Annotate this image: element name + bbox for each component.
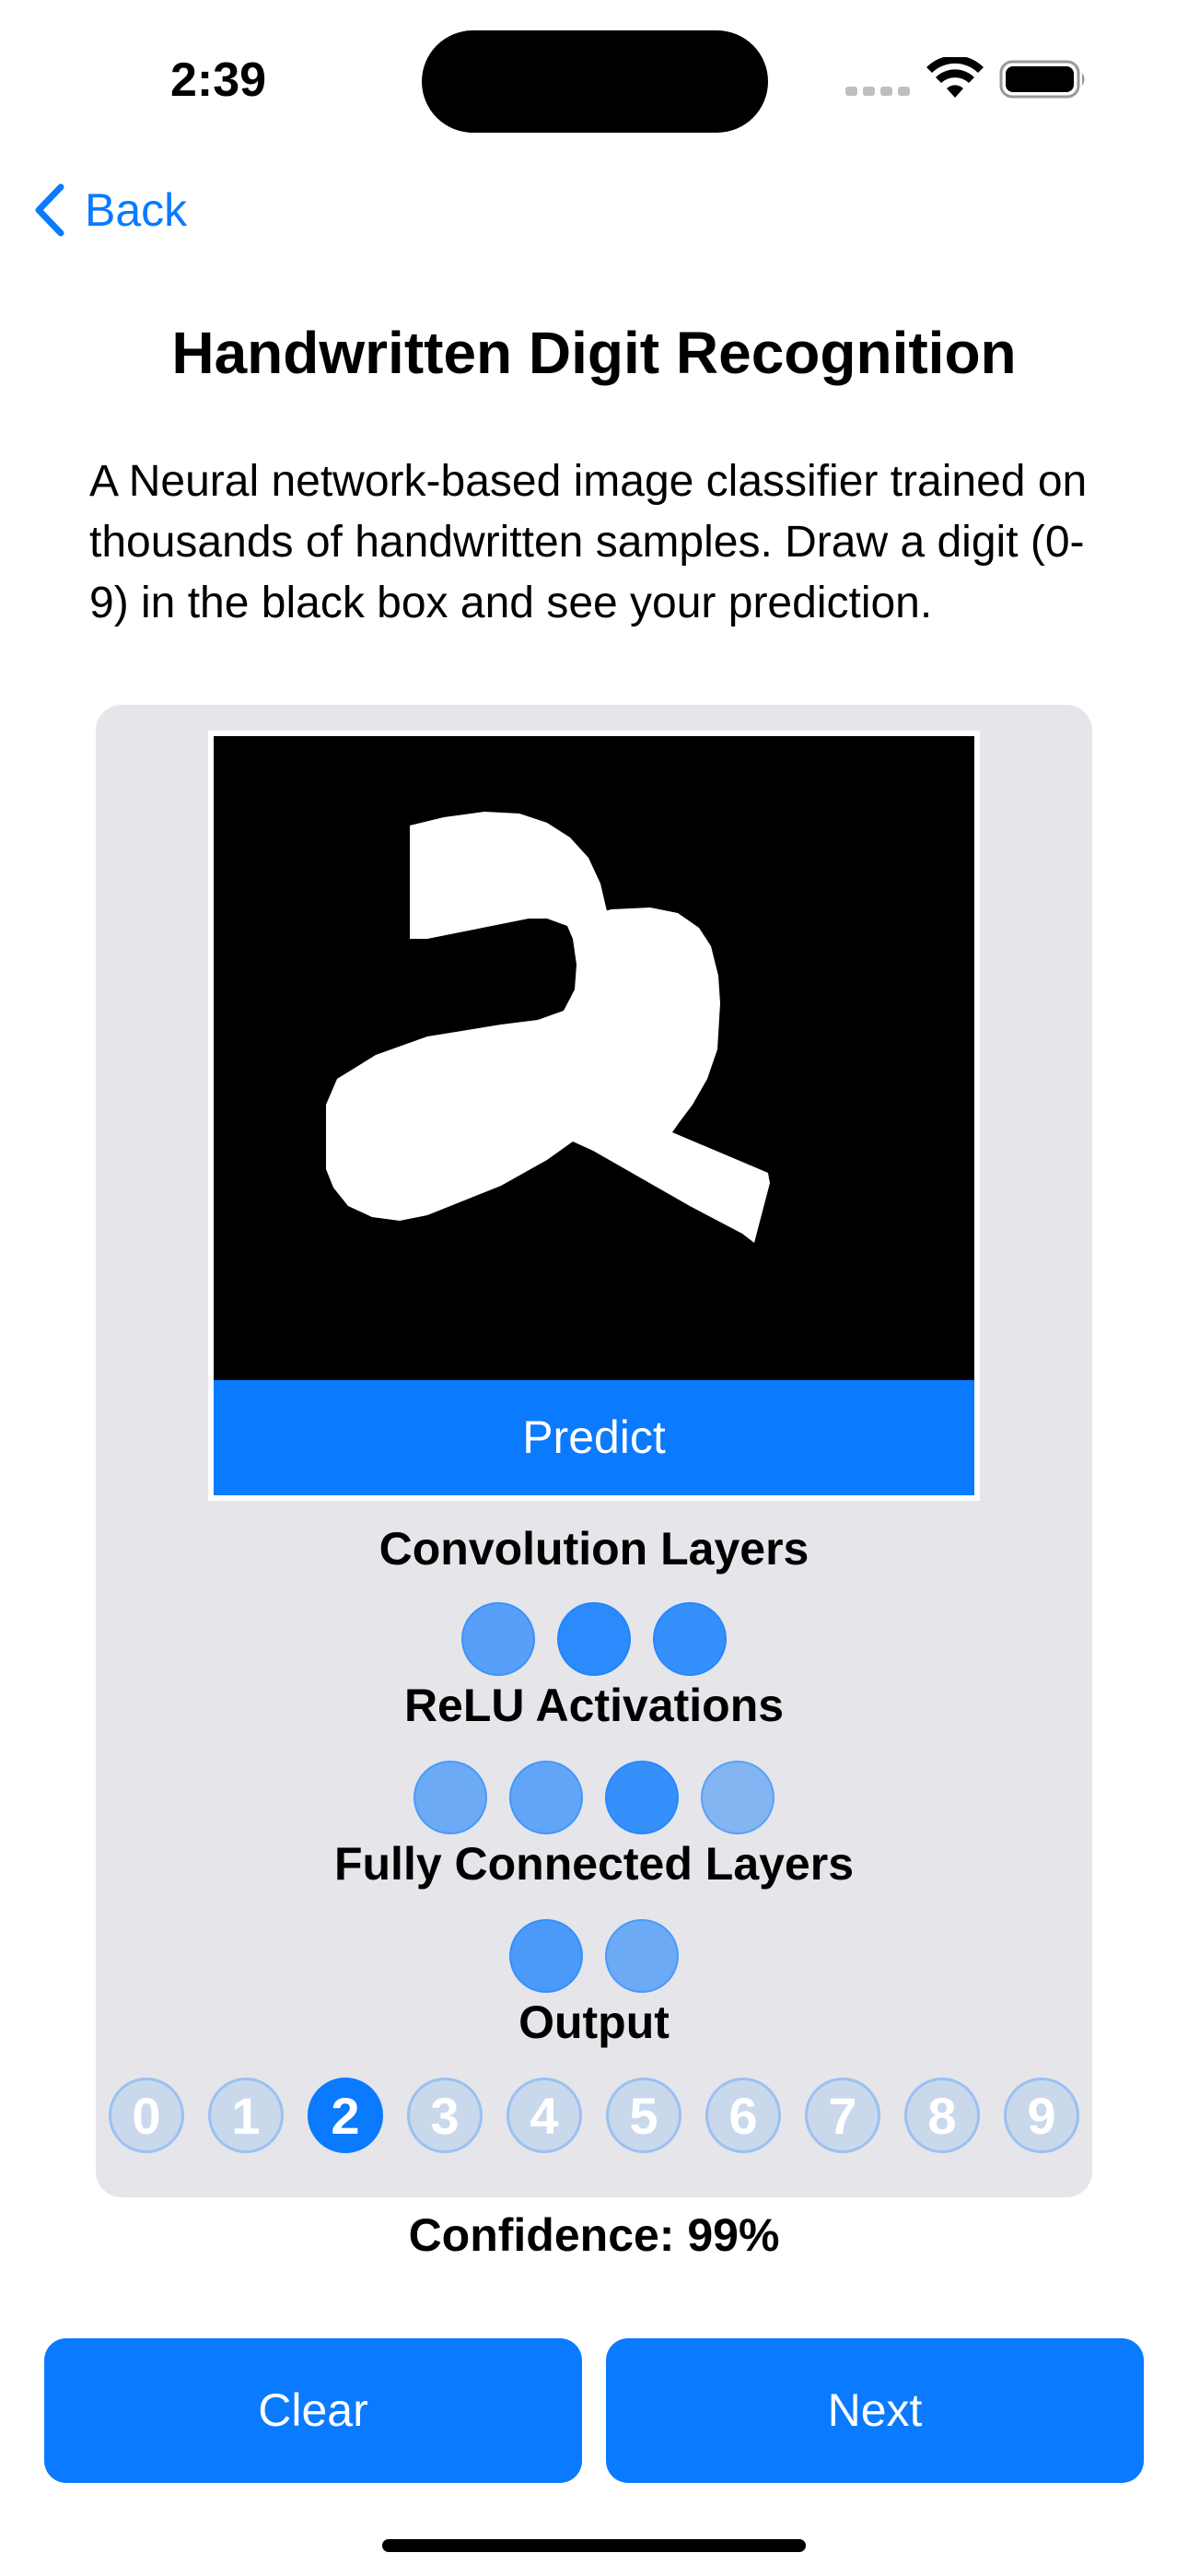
output-digit: 0 (109, 2078, 184, 2153)
network-node (701, 1761, 775, 1834)
network-node (461, 1602, 535, 1676)
home-indicator (382, 2539, 806, 2552)
dynamic-island (422, 30, 768, 133)
output-digit: 7 (805, 2078, 880, 2153)
network-node (509, 1919, 583, 1993)
output-digit: 2 (308, 2078, 383, 2153)
battery-icon (999, 59, 1088, 100)
network-node (653, 1602, 727, 1676)
drawn-digit-stroke (326, 812, 770, 1243)
signal-icon (845, 87, 910, 96)
relu-node-row (0, 1761, 1188, 1838)
predict-button[interactable]: Predict (214, 1380, 974, 1495)
network-node (509, 1761, 583, 1834)
wifi-icon (926, 55, 984, 100)
output-digit-row: 0 1 2 3 4 5 6 7 8 9 (109, 2078, 1079, 2155)
layer-label-output: Output (518, 1996, 670, 2048)
output-digit: 4 (507, 2078, 582, 2153)
output-digit: 3 (407, 2078, 483, 2153)
page-title: Handwritten Digit Recognition (171, 320, 1017, 386)
layer-label-fully-connected: Fully Connected Layers (333, 1838, 855, 1890)
output-digit: 1 (208, 2078, 284, 2153)
page-description: A Neural network-based image classifier … (89, 457, 1088, 627)
confidence-text: Confidence: 99% (408, 2209, 780, 2261)
back-button[interactable]: Back (31, 180, 187, 240)
output-digit: 5 (606, 2078, 681, 2153)
chevron-left-icon (35, 183, 64, 237)
convolution-node-row (0, 1602, 1188, 1680)
layer-label-convolution: Convolution Layers (379, 1523, 809, 1575)
back-label: Back (85, 184, 188, 236)
network-node (605, 1761, 679, 1834)
clear-button[interactable]: Clear (44, 2338, 582, 2483)
drawing-canvas[interactable] (214, 736, 974, 1380)
status-time: 2:39 (170, 53, 267, 107)
layer-label-relu: ReLU Activations (403, 1680, 785, 1731)
output-digit: 8 (904, 2078, 980, 2153)
network-node (413, 1761, 487, 1834)
next-button[interactable]: Next (606, 2338, 1144, 2483)
output-digit: 6 (705, 2078, 781, 2153)
output-digit: 9 (1004, 2078, 1079, 2153)
network-node (605, 1919, 679, 1993)
network-node (557, 1602, 631, 1676)
fully-connected-node-row (0, 1919, 1188, 1996)
